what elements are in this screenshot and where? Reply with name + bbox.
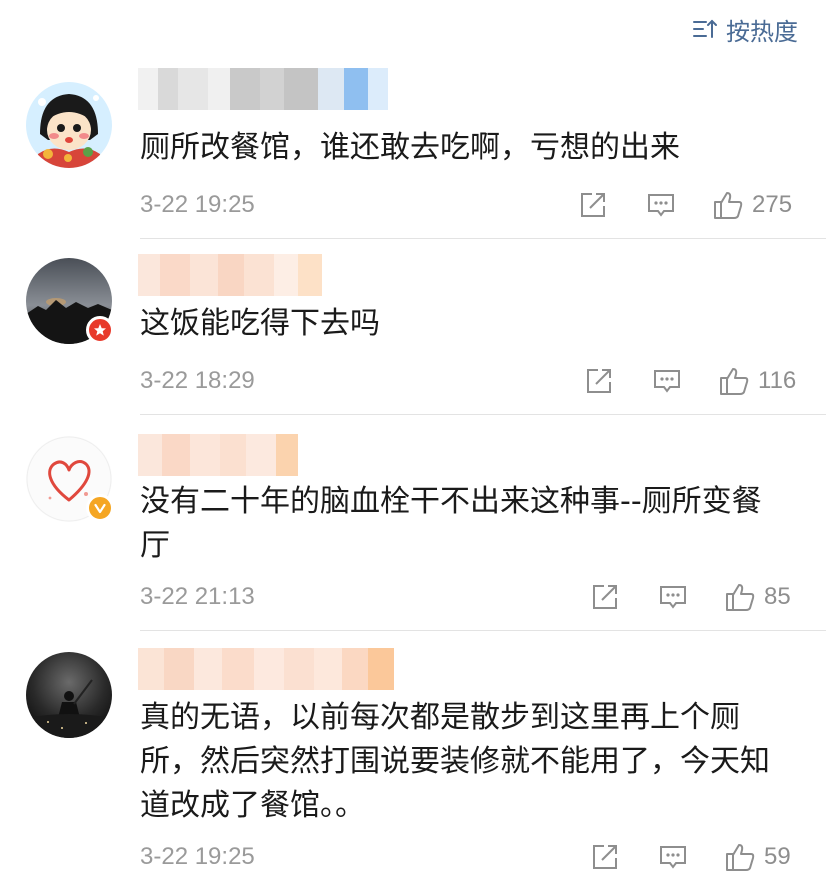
verified-v-icon xyxy=(94,503,106,514)
comment-time: 3-22 18:29 xyxy=(140,367,255,394)
share-button[interactable] xyxy=(590,840,620,874)
comment-meta: 3-22 19:25 275 xyxy=(140,188,800,222)
thumbs-up-icon xyxy=(726,844,755,871)
like-count: 275 xyxy=(752,191,793,218)
comment-meta: 3-22 19:25 59 xyxy=(140,840,800,874)
like-count: 59 xyxy=(764,843,791,870)
thumbs-up-icon xyxy=(720,368,749,395)
like-button[interactable]: 275 xyxy=(712,188,792,222)
divider xyxy=(140,414,826,415)
comment-reply-button[interactable] xyxy=(652,364,682,398)
avatar[interactable] xyxy=(26,82,112,168)
share-icon xyxy=(587,369,611,393)
comment-text: 这饭能吃得下去吗 xyxy=(140,306,380,341)
like-button[interactable]: 59 xyxy=(724,840,791,874)
like-button[interactable]: 85 xyxy=(724,580,791,614)
share-button[interactable] xyxy=(584,364,614,398)
share-button[interactable] xyxy=(590,580,620,614)
comment-icon xyxy=(648,194,674,217)
comment-time: 3-22 21:13 xyxy=(140,583,255,610)
comment-time: 3-22 19:25 xyxy=(140,843,255,870)
sort-by-hot-button[interactable]: 按热度 xyxy=(692,12,798,46)
orange-v-badge xyxy=(86,494,114,522)
share-icon xyxy=(581,193,605,217)
red-star-badge xyxy=(86,316,114,344)
like-button[interactable]: 116 xyxy=(718,364,796,398)
share-button[interactable] xyxy=(578,188,608,222)
comment-meta: 3-22 18:29 116 xyxy=(140,364,800,398)
comment-text: 没有二十年的脑血栓干不出来这种事--厕所变餐 厅 xyxy=(140,484,762,563)
username-blurred[interactable] xyxy=(138,254,322,296)
comment-text: 厕所改餐馆，谁还敢去吃啊，亏想的出来 xyxy=(140,130,680,165)
comment-reply-button[interactable] xyxy=(658,840,688,874)
share-icon xyxy=(593,845,617,869)
thumbs-up-icon xyxy=(714,192,743,219)
sort-label: 按热度 xyxy=(726,17,798,46)
username-blurred[interactable] xyxy=(138,434,298,476)
avatar[interactable] xyxy=(26,652,112,738)
like-count: 85 xyxy=(764,583,791,610)
comment-reply-button[interactable] xyxy=(646,188,676,222)
comment-icon xyxy=(654,370,680,393)
comment-text: 真的无语，以前每次都是散步到这里再上个厕 所，然后突然打围说要装修就不能用了，今… xyxy=(140,700,770,823)
divider xyxy=(140,630,826,631)
comment-icon xyxy=(660,846,686,869)
username-blurred[interactable] xyxy=(138,648,394,690)
sort-icon xyxy=(693,19,717,38)
comment-meta: 3-22 21:13 85 xyxy=(140,580,800,614)
thumbs-up-icon xyxy=(726,584,755,611)
comment-reply-button[interactable] xyxy=(658,580,688,614)
divider xyxy=(140,238,826,239)
username-blurred[interactable] xyxy=(138,68,388,110)
like-count: 116 xyxy=(758,367,797,394)
comment-icon xyxy=(660,586,686,609)
share-icon xyxy=(593,585,617,609)
star-icon xyxy=(94,324,106,336)
comment-time: 3-22 19:25 xyxy=(140,191,255,218)
